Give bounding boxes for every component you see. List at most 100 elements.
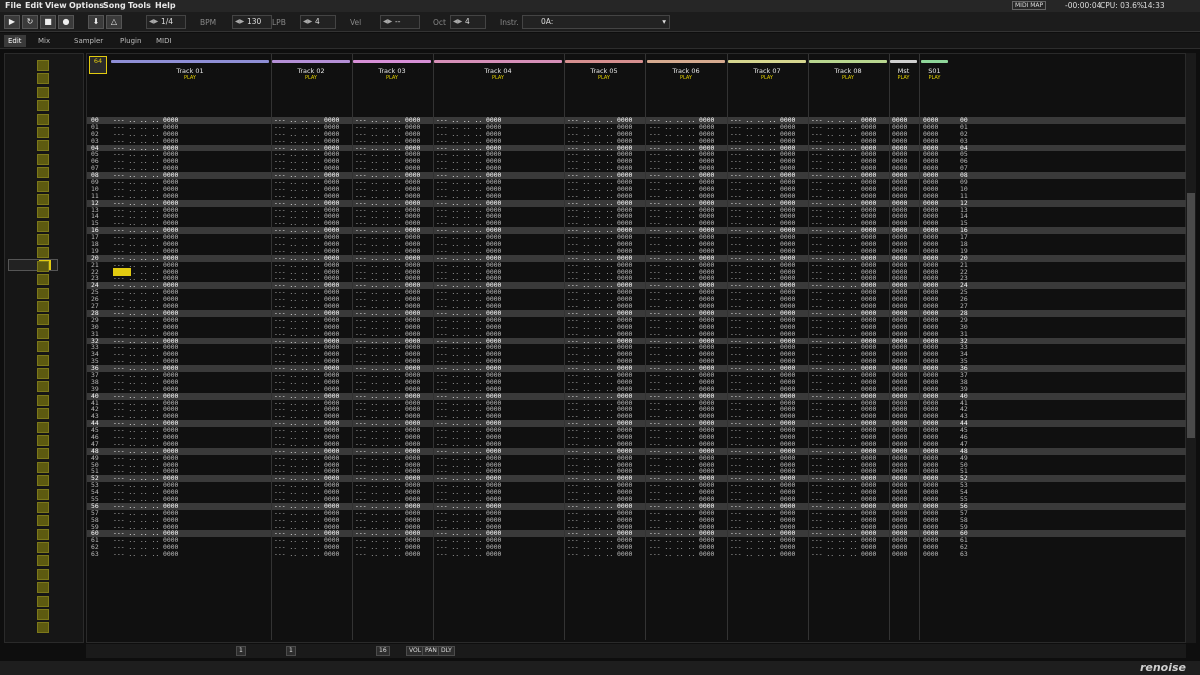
sequence-slot[interactable] xyxy=(37,153,49,165)
track-header[interactable]: Track 04 PLAY xyxy=(434,60,562,86)
pattern-row[interactable]: 10 --- .. .. .. 0000 --- .. .. .. 0000 --- … xyxy=(87,186,1187,193)
pattern-cell[interactable]: 0000 xyxy=(923,551,938,558)
pattern-row[interactable]: 26 --- .. .. .. 0000 --- .. .. .. 0000 --- … xyxy=(87,296,1187,303)
pattern-row[interactable]: 13 --- .. .. .. 0000 --- .. .. .. 0000 --- … xyxy=(87,206,1187,214)
sequence-slot[interactable] xyxy=(37,341,49,353)
octave-step-field[interactable]: 1 xyxy=(286,646,296,656)
pattern-row[interactable]: 48 --- .. .. .. 0000 --- .. .. .. 0000 --- … xyxy=(87,447,1187,455)
pattern-row[interactable]: 08 --- .. .. .. 0000 --- .. .. .. 0000 --- … xyxy=(87,172,1187,180)
edit-step-field[interactable]: 1 xyxy=(236,646,246,656)
sequence-slot[interactable] xyxy=(37,167,49,179)
sequence-slot[interactable] xyxy=(37,73,49,85)
menu-help[interactable]: Help xyxy=(155,1,176,10)
pattern-row[interactable]: 43 --- .. .. .. 0000 --- .. .. .. 0000 --- … xyxy=(87,413,1187,420)
sequence-slot[interactable] xyxy=(37,461,49,473)
tab-sampler[interactable]: Sampler xyxy=(70,35,107,47)
pattern-row[interactable]: 38 --- .. .. .. 0000 --- .. .. .. 0000 --- … xyxy=(87,378,1187,386)
pattern-length-field[interactable]: ◀▶ 1/4 xyxy=(146,15,186,29)
metronome-button[interactable]: △ xyxy=(106,15,122,29)
menu-file[interactable]: File xyxy=(5,1,21,10)
sequence-slot[interactable] xyxy=(37,434,49,446)
play-button[interactable]: ▶ xyxy=(4,15,20,29)
pattern-row[interactable]: 07 --- .. .. .. 0000 --- .. .. .. 0000 --- … xyxy=(87,165,1187,172)
track-header[interactable]: Mst PLAY xyxy=(890,60,917,86)
pattern-row[interactable]: 62 --- .. .. .. 0000 --- .. .. .. 0000 --- … xyxy=(87,544,1187,551)
sequence-slot[interactable] xyxy=(37,622,49,634)
pattern-row[interactable]: 16 --- .. .. .. 0000 --- .. .. .. 0000 --- … xyxy=(87,227,1187,235)
sequence-slot[interactable] xyxy=(37,314,49,326)
pattern-row[interactable]: 23 --- .. .. .. 0000 --- .. .. .. 0000 --- … xyxy=(87,275,1187,282)
pattern-row[interactable]: 05 --- .. .. .. 0000 --- .. .. .. 0000 --- … xyxy=(87,151,1187,158)
sequence-slot[interactable] xyxy=(37,528,49,540)
pattern-cell[interactable]: --- .. .. .. 0000 xyxy=(355,551,420,558)
pattern-cell[interactable]: --- .. .. .. 0000 xyxy=(649,551,714,558)
pattern-cell[interactable]: --- .. .. .. 0000 xyxy=(436,551,501,558)
sequence-slot[interactable] xyxy=(37,113,49,125)
vertical-scrollbar[interactable] xyxy=(1186,53,1196,643)
dly-column-toggle[interactable]: DLY xyxy=(438,646,455,656)
sequence-slot[interactable] xyxy=(37,568,49,580)
sequence-slot[interactable] xyxy=(37,367,49,379)
follow-button[interactable]: ⬇ xyxy=(88,15,104,29)
track-header[interactable]: Track 06 PLAY xyxy=(647,60,725,86)
instrument-select[interactable]: 0A: ▾ xyxy=(522,15,670,29)
menu-options[interactable]: Options xyxy=(69,1,104,10)
pattern-row[interactable]: 59 --- .. .. .. 0000 --- .. .. .. 0000 --- … xyxy=(87,523,1187,531)
sequence-slot[interactable] xyxy=(37,301,49,313)
pattern-row[interactable]: 36 --- .. .. .. 0000 --- .. .. .. 0000 --- … xyxy=(87,365,1187,372)
sequence-slot[interactable] xyxy=(37,408,49,420)
pattern-row[interactable]: 42 --- .. .. .. 0000 --- .. .. .. 0000 --- … xyxy=(87,406,1187,413)
track-header[interactable]: S01 PLAY xyxy=(921,60,948,86)
track-header[interactable]: Track 03 PLAY xyxy=(353,60,431,86)
pattern-row[interactable]: 61 --- .. .. .. 0000 --- .. .. .. 0000 --- … xyxy=(87,537,1187,544)
sequence-slot[interactable] xyxy=(37,354,49,366)
sequence-position-control[interactable]: 0 xyxy=(8,259,58,271)
pattern-row[interactable]: 51 --- .. .. .. 0000 --- .. .. .. 0000 --- … xyxy=(87,468,1187,475)
pattern-row[interactable]: 02 --- .. .. .. 0000 --- .. .. .. 0000 --- … xyxy=(87,130,1187,138)
pattern-row[interactable]: 09 --- .. .. .. 0000 --- .. .. .. 0000 --- … xyxy=(87,179,1187,186)
pattern-cell[interactable]: 0000 xyxy=(892,551,907,558)
sequence-slot[interactable] xyxy=(37,448,49,460)
pattern-row[interactable]: 12 --- .. .. .. 0000 --- .. .. .. 0000 --- … xyxy=(87,199,1187,207)
pattern-row[interactable]: 49 --- .. .. .. 0000 --- .. .. .. 0000 --- … xyxy=(87,454,1187,462)
stop-button[interactable]: ■ xyxy=(40,15,56,29)
sequence-slot[interactable] xyxy=(37,180,49,192)
loop-button[interactable]: ↻ xyxy=(22,15,38,29)
lpb-field[interactable]: ◀▶ 4 xyxy=(300,15,336,29)
pattern-row[interactable]: 20 --- .. .. .. 0000 --- .. .. .. 0000 --- … xyxy=(87,254,1187,262)
sequence-slot[interactable] xyxy=(37,542,49,554)
sequence-slot[interactable] xyxy=(37,234,49,246)
pattern-cell[interactable]: --- .. .. .. 0000 xyxy=(730,551,795,558)
pattern-row[interactable]: 11 --- .. .. .. 0000 --- .. .. .. 0000 --- … xyxy=(87,192,1187,200)
pattern-row[interactable]: 39 --- .. .. .. 0000 --- .. .. .. 0000 --- … xyxy=(87,385,1187,393)
sequence-slot[interactable] xyxy=(37,515,49,527)
sequence-slot[interactable] xyxy=(37,86,49,98)
pattern-row[interactable]: 47 --- .. .. .. 0000 --- .. .. .. 0000 --- … xyxy=(87,440,1187,448)
track-header[interactable]: Track 08 PLAY xyxy=(809,60,887,86)
scrollbar-thumb[interactable] xyxy=(1187,193,1195,438)
pattern-row[interactable]: 19 --- .. .. .. 0000 --- .. .. .. 0000 --- … xyxy=(87,248,1187,255)
bpm-field[interactable]: ◀▶ 130 xyxy=(232,15,272,29)
pattern-row[interactable]: 52 --- .. .. .. 0000 --- .. .. .. 0000 --- … xyxy=(87,475,1187,483)
pattern-cell[interactable]: --- .. .. .. 0000 xyxy=(113,551,178,558)
pattern-row[interactable]: 29 --- .. .. .. 0000 --- .. .. .. 0000 --- … xyxy=(87,316,1187,324)
pattern-cell[interactable]: --- .. .. .. 0000 xyxy=(811,551,876,558)
lines-field[interactable]: 16 xyxy=(376,646,390,656)
sequence-slot[interactable] xyxy=(37,394,49,406)
pattern-row[interactable]: 04 --- .. .. .. 0000 --- .. .. .. 0000 --- … xyxy=(87,144,1187,152)
pattern-row[interactable]: 58 --- .. .. .. 0000 --- .. .. .. 0000 --- … xyxy=(87,516,1187,524)
pattern-row[interactable]: 45 --- .. .. .. 0000 --- .. .. .. 0000 --- … xyxy=(87,427,1187,434)
sequence-slot[interactable] xyxy=(37,60,49,71)
pattern-row[interactable]: 24 --- .. .. .. 0000 --- .. .. .. 0000 --- … xyxy=(87,282,1187,290)
octave-field[interactable]: ◀▶ 4 xyxy=(450,15,486,29)
sequence-slot[interactable] xyxy=(37,287,49,299)
sequence-slot[interactable] xyxy=(37,193,49,205)
velocity-field[interactable]: ◀▶ -- xyxy=(380,15,420,29)
sequence-slot[interactable] xyxy=(37,555,49,567)
pattern-row[interactable]: 40 --- .. .. .. 0000 --- .. .. .. 0000 --- … xyxy=(87,392,1187,400)
track-header[interactable]: Track 07 PLAY xyxy=(728,60,806,86)
pattern-row[interactable]: 14 --- .. .. .. 0000 --- .. .. .. 0000 --- … xyxy=(87,213,1187,220)
sequence-slot[interactable] xyxy=(37,260,49,272)
pattern-row[interactable]: 06 --- .. .. .. 0000 --- .. .. .. 0000 --- … xyxy=(87,158,1187,165)
sequence-slots[interactable] xyxy=(37,60,49,636)
